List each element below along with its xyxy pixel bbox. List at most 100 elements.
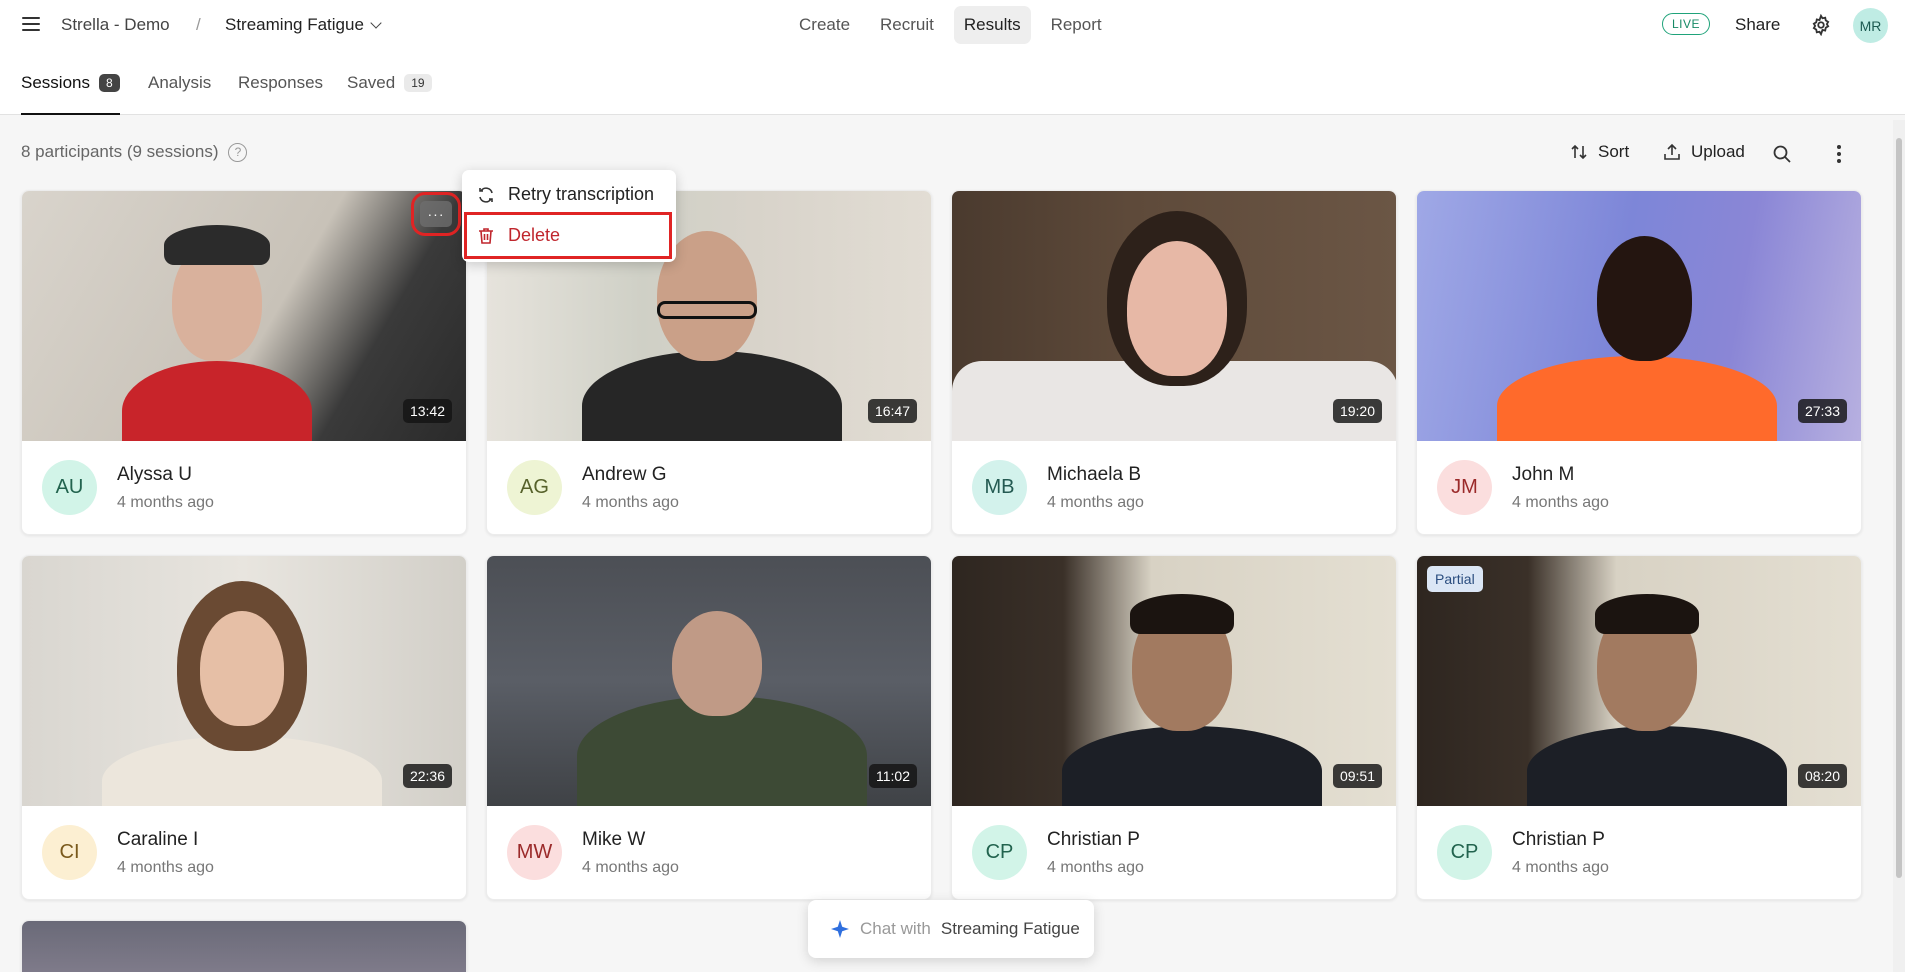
nav-create[interactable]: Create xyxy=(789,6,860,44)
share-button[interactable]: Share xyxy=(1735,15,1780,35)
duration-label: 08:20 xyxy=(1797,764,1847,788)
study-name: Streaming Fatigue xyxy=(225,15,364,34)
session-time: 4 months ago xyxy=(1512,859,1609,876)
duration-label: 11:02 xyxy=(869,764,917,788)
participant-avatar: JM xyxy=(1437,460,1492,515)
participant-info: AG Andrew G 4 months ago xyxy=(487,441,931,534)
participant-info: CI Caraline I 4 months ago xyxy=(22,806,466,899)
session-thumbnail[interactable]: 22:36 xyxy=(22,556,466,806)
duration-label: 16:47 xyxy=(867,399,917,423)
participant-info: MW Mike W 4 months ago xyxy=(487,806,931,899)
tab-sessions[interactable]: Sessions 8 xyxy=(21,73,120,115)
participant-info: JM John M 4 months ago xyxy=(1417,441,1861,534)
sparkle-icon xyxy=(831,920,849,938)
session-thumbnail[interactable]: 09:51 xyxy=(952,556,1396,806)
session-thumbnail[interactable] xyxy=(22,921,466,972)
tab-label: Analysis xyxy=(148,73,212,92)
breadcrumb-org[interactable]: Strella - Demo xyxy=(61,15,170,35)
live-status-badge: LIVE xyxy=(1662,13,1711,35)
participant-avatar: AU xyxy=(42,460,97,515)
nav-report[interactable]: Report xyxy=(1041,6,1112,44)
session-time: 4 months ago xyxy=(1512,494,1609,511)
participant-summary: 8 participants (9 sessions) ? xyxy=(21,142,248,162)
session-time: 4 months ago xyxy=(117,494,214,511)
duration-label: 27:33 xyxy=(1797,399,1847,423)
session-card[interactable]: 27:33 JM John M 4 months ago xyxy=(1416,190,1862,535)
more-vertical-icon[interactable] xyxy=(1829,143,1849,165)
session-thumbnail[interactable]: Partial 08:20 xyxy=(1417,556,1861,806)
participant-avatar: CP xyxy=(1437,825,1492,880)
session-thumbnail[interactable]: 27:33 xyxy=(1417,191,1861,441)
tab-label: Sessions xyxy=(21,73,90,92)
retry-transcription-item[interactable]: Retry transcription xyxy=(476,184,654,205)
participant-info: MB Michaela B 4 months ago xyxy=(952,441,1396,534)
sort-label: Sort xyxy=(1598,142,1630,161)
duration-label: 22:36 xyxy=(402,764,452,788)
session-card[interactable]: 19:20 MB Michaela B 4 months ago xyxy=(951,190,1397,535)
session-thumbnail[interactable]: 11:02 xyxy=(487,556,931,806)
user-avatar[interactable]: MR xyxy=(1853,8,1888,43)
chat-prefix: Chat with xyxy=(860,919,931,938)
participant-name: Caraline I xyxy=(117,829,199,850)
sort-icon xyxy=(1571,144,1587,160)
participant-name: Michaela B xyxy=(1047,464,1141,485)
participant-name: Andrew G xyxy=(582,464,667,485)
summary-text: 8 participants (9 sessions) xyxy=(21,142,219,161)
upload-label: Upload xyxy=(1691,142,1745,161)
participant-avatar: AG xyxy=(507,460,562,515)
participant-name: Alyssa U xyxy=(117,464,192,485)
upload-button[interactable]: Upload xyxy=(1662,142,1745,162)
session-card[interactable]: 09:51 CP Christian P 4 months ago xyxy=(951,555,1397,900)
participant-name: Christian P xyxy=(1047,829,1140,850)
study-selector[interactable]: Streaming Fatigue xyxy=(225,15,382,35)
menu-icon[interactable] xyxy=(22,17,40,31)
participant-info: CP Christian P 4 months ago xyxy=(1417,806,1861,899)
participant-name: Mike W xyxy=(582,829,646,850)
chat-button[interactable]: Chat with Streaming Fatigue xyxy=(808,900,1094,958)
session-card[interactable]: Partial 08:20 CP Christian P 4 months ag… xyxy=(1416,555,1862,900)
session-time: 4 months ago xyxy=(1047,859,1144,876)
help-icon[interactable]: ? xyxy=(228,142,248,162)
participant-avatar: CP xyxy=(972,825,1027,880)
participant-info: AU Alyssa U 4 months ago xyxy=(22,441,466,534)
more-options-button[interactable]: ··· xyxy=(411,192,461,236)
tab-analysis[interactable]: Analysis xyxy=(148,73,211,115)
session-thumbnail[interactable]: ··· 13:42 xyxy=(22,191,466,441)
page-scrollbar[interactable] xyxy=(1893,120,1905,972)
tab-label: Responses xyxy=(238,73,324,92)
session-card[interactable] xyxy=(21,920,467,972)
partial-badge: Partial xyxy=(1427,566,1483,592)
session-card[interactable]: 22:36 CI Caraline I 4 months ago xyxy=(21,555,467,900)
nav-recruit[interactable]: Recruit xyxy=(870,6,944,44)
tab-responses[interactable]: Responses xyxy=(238,73,323,115)
duration-label: 13:42 xyxy=(402,399,452,423)
chat-study-name: Streaming Fatigue xyxy=(940,919,1080,938)
tab-count: 19 xyxy=(404,74,432,92)
session-time: 4 months ago xyxy=(1047,494,1144,511)
session-thumbnail[interactable]: 19:20 xyxy=(952,191,1396,441)
scrollbar-thumb[interactable] xyxy=(1896,138,1902,878)
tab-saved[interactable]: Saved 19 xyxy=(347,73,432,115)
session-time: 4 months ago xyxy=(117,859,214,876)
nav-results[interactable]: Results xyxy=(953,6,1031,44)
session-card[interactable]: 11:02 MW Mike W 4 months ago xyxy=(486,555,932,900)
tab-count: 8 xyxy=(98,74,120,92)
refresh-icon xyxy=(479,186,493,203)
session-card[interactable]: ··· 13:42 AU Alyssa U 4 months ago xyxy=(21,190,467,535)
gear-icon[interactable] xyxy=(1810,14,1832,36)
results-tabs: Sessions 8 Analysis Responses Saved 19 xyxy=(0,50,1905,115)
session-time: 4 months ago xyxy=(582,859,679,876)
participant-avatar: MB xyxy=(972,460,1027,515)
participant-name: Christian P xyxy=(1512,829,1605,850)
session-time: 4 months ago xyxy=(582,494,679,511)
upload-icon xyxy=(1664,143,1680,160)
participant-name: John M xyxy=(1512,464,1575,485)
chevron-down-icon xyxy=(370,16,382,29)
participant-avatar: CI xyxy=(42,825,97,880)
duration-label: 09:51 xyxy=(1332,764,1382,788)
tab-label: Saved xyxy=(347,73,396,92)
breadcrumb-separator: / xyxy=(196,15,201,34)
search-icon[interactable] xyxy=(1772,144,1792,164)
sort-button[interactable]: Sort xyxy=(1569,142,1629,162)
top-bar: Strella - Demo / Streaming Fatigue Creat… xyxy=(0,0,1905,50)
